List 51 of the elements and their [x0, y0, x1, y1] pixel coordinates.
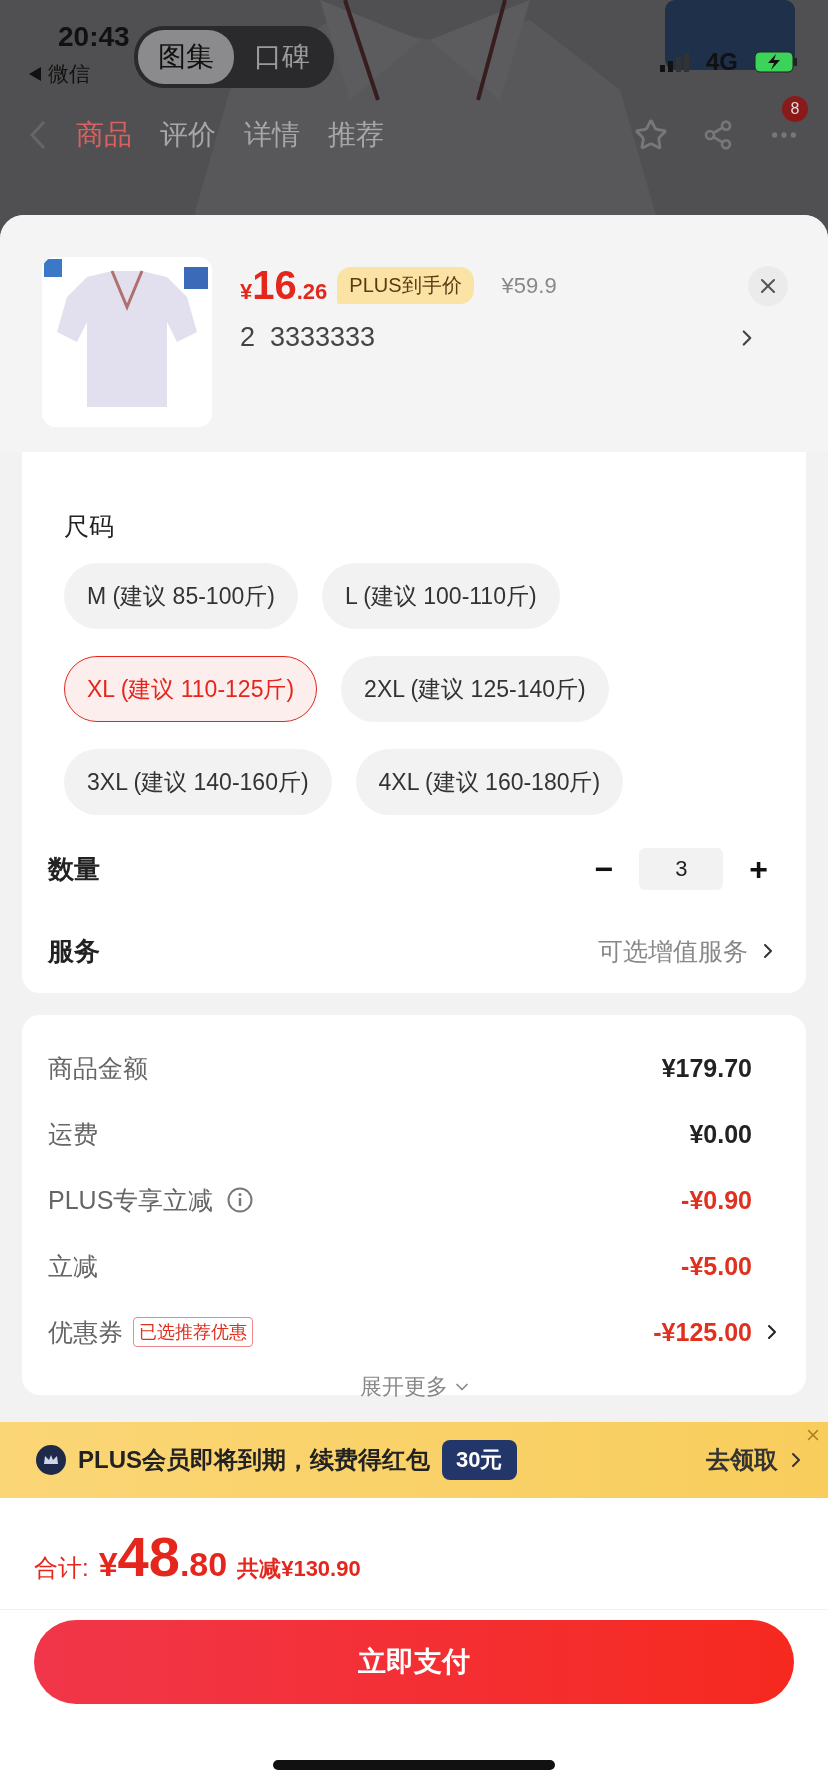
- crown-icon: [36, 1445, 66, 1475]
- star-icon[interactable]: [634, 118, 668, 152]
- claim-link[interactable]: 去领取: [706, 1444, 808, 1476]
- signal-icon: [660, 52, 690, 72]
- view-tab[interactable]: 图集: [137, 30, 234, 84]
- pay-button[interactable]: 立即支付: [34, 1620, 794, 1704]
- expand-link[interactable]: 展开更多: [354, 1371, 478, 1403]
- price-label: 优惠券: [48, 1316, 123, 1348]
- size-option[interactable]: 4XL (建议 160-180斤): [355, 749, 624, 815]
- nav-tab[interactable]: 推荐: [328, 116, 384, 154]
- share-icon[interactable]: [702, 119, 734, 151]
- info-icon[interactable]: [227, 1187, 254, 1213]
- size-option[interactable]: L (建议 100-110斤): [321, 563, 560, 629]
- plus-button[interactable]: +: [737, 850, 780, 888]
- service-label: 服务: [48, 934, 100, 968]
- nav-tab[interactable]: 详情: [244, 116, 300, 154]
- saved-amount: 共减¥130.90: [237, 1555, 361, 1583]
- nav-tab[interactable]: 评价: [160, 116, 216, 154]
- status-time: 20:43: [58, 20, 130, 54]
- quantity-label: 数量: [48, 852, 100, 886]
- size-option[interactable]: 3XL (建议 140-160斤): [64, 749, 332, 815]
- total-label: 合计:: [34, 1553, 89, 1583]
- price-value: ¥0.00: [689, 1119, 752, 1149]
- selected-spec: 2 3333333: [240, 322, 376, 353]
- original-price: ¥59.9: [501, 272, 557, 299]
- price-value: -¥125.00: [653, 1317, 752, 1347]
- size-option[interactable]: XL (建议 110-125斤): [64, 656, 318, 722]
- banner-text: PLUS会员即将到期，续费得红包: [78, 1445, 430, 1475]
- battery-icon: [754, 51, 798, 73]
- network-label: 4G: [706, 48, 738, 76]
- size-option[interactable]: M (建议 85-100斤): [64, 563, 298, 629]
- price-label: 商品金额: [48, 1052, 148, 1084]
- price-label: PLUS专享立减: [48, 1184, 214, 1216]
- price-value: ¥179.70: [661, 1053, 752, 1083]
- plus-price-tag: PLUS到手价: [337, 267, 474, 304]
- price-label: 立减: [48, 1250, 98, 1282]
- price-value: -¥5.00: [681, 1251, 752, 1281]
- service-link[interactable]: 可选增值服务: [598, 934, 748, 968]
- minus-button[interactable]: −: [582, 850, 626, 888]
- back-triangle-icon[interactable]: [28, 65, 42, 82]
- size-option[interactable]: 2XL (建议 125-140斤): [341, 656, 609, 722]
- price-value: -¥0.90: [681, 1185, 752, 1215]
- section-title: 尺码: [64, 511, 115, 542]
- quantity-field[interactable]: 3: [639, 848, 724, 890]
- amount-badge: 30元: [442, 1440, 517, 1480]
- close-button[interactable]: [748, 265, 788, 306]
- view-tab[interactable]: 口碑: [233, 30, 330, 84]
- total-price: ¥48.80: [98, 1524, 228, 1589]
- coupon-tag: 已选推荐优惠: [133, 1317, 253, 1347]
- price-label: 运费: [48, 1118, 98, 1150]
- sale-price: ¥16.26: [240, 263, 328, 308]
